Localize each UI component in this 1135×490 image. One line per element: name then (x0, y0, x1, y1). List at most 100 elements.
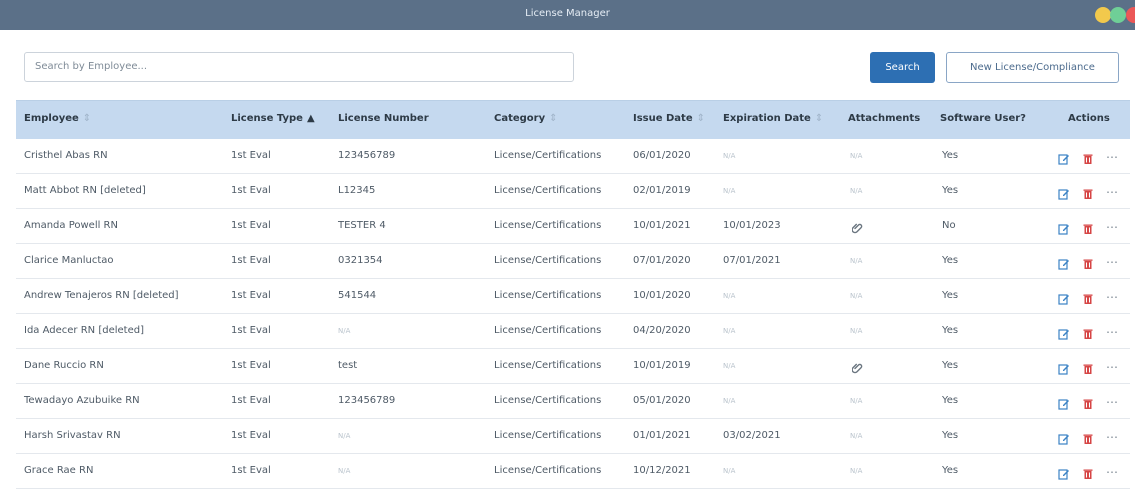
table-row[interactable]: Matt Abbot RN [deleted] 1st Eval L12345 Lic… (16, 174, 1130, 209)
table-row[interactable]: Clarice Manluctao 1st Eval 0321354 License/… (16, 244, 1130, 279)
more-icon[interactable]: … (1106, 217, 1118, 231)
window-controls (1095, 7, 1135, 23)
edit-icon[interactable] (1058, 360, 1070, 375)
paperclip-icon[interactable] (851, 219, 864, 234)
table-row[interactable]: Grace Rae RN 1st Eval N/A License/Certifica… (16, 454, 1130, 489)
edit-icon[interactable] (1058, 290, 1070, 305)
employee-cell: Tewadayo Azubuike RN (24, 395, 140, 406)
category-cell: License/Certifications (494, 220, 602, 231)
trash-icon[interactable] (1082, 150, 1094, 164)
search-button[interactable]: Search (870, 52, 935, 83)
trash-icon[interactable] (1082, 290, 1094, 304)
license-type-cell: 1st Eval (231, 325, 271, 336)
close-icon[interactable] (1126, 7, 1135, 23)
col-category[interactable]: Category ⇕ (494, 113, 558, 124)
issue-date-cell: 10/01/2021 (633, 220, 691, 231)
license-number-cell: test (338, 360, 358, 371)
paperclip-icon[interactable] (851, 359, 864, 374)
issue-date-cell: 07/01/2020 (633, 255, 691, 266)
minimize-icon[interactable] (1095, 7, 1111, 23)
software-user-cell: Yes (942, 185, 959, 196)
expiration-date-cell: N/A (723, 397, 736, 405)
more-icon[interactable]: … (1106, 427, 1118, 441)
more-icon[interactable]: … (1106, 392, 1118, 406)
license-type-cell: 1st Eval (231, 430, 271, 441)
table-row[interactable]: Andrew Tenajeros RN [deleted] 1st Eval 541… (16, 279, 1130, 314)
category-cell: License/Certifications (494, 255, 602, 266)
col-issue-date[interactable]: Issue Date ⇕ (633, 113, 705, 124)
software-user-cell: Yes (942, 255, 959, 266)
sort-asc-icon: ▲ (306, 113, 315, 124)
issue-date-cell: 10/12/2021 (633, 465, 691, 476)
category-cell: License/Certifications (494, 185, 602, 196)
more-icon[interactable]: … (1106, 252, 1118, 266)
expiration-date-cell: N/A (723, 467, 736, 475)
category-cell: License/Certifications (494, 150, 602, 161)
window-titlebar: License Manager (0, 0, 1135, 30)
trash-icon[interactable] (1082, 360, 1094, 374)
col-expiration-date[interactable]: Expiration Date ⇕ (723, 113, 823, 124)
trash-icon[interactable] (1082, 325, 1094, 339)
attachments-cell: N/A (850, 467, 863, 475)
sort-icon: ⇕ (696, 113, 706, 124)
col-attachments: Attachments (848, 113, 921, 124)
edit-icon[interactable] (1058, 150, 1070, 165)
col-actions: Actions (1068, 113, 1110, 124)
expiration-date-cell: N/A (723, 187, 736, 195)
license-type-cell: 1st Eval (231, 465, 271, 476)
trash-icon[interactable] (1082, 255, 1094, 269)
trash-icon[interactable] (1082, 220, 1094, 234)
new-license-button[interactable]: New License/Compliance (946, 52, 1119, 83)
more-icon[interactable]: … (1106, 462, 1118, 476)
expiration-date-cell: N/A (723, 327, 736, 335)
more-icon[interactable]: … (1106, 182, 1118, 196)
sort-icon: ⇕ (549, 113, 558, 124)
table-row[interactable]: Ida Adecer RN [deleted] 1st Eval N/A Licens… (16, 314, 1130, 349)
more-icon[interactable]: … (1106, 322, 1118, 336)
software-user-cell: Yes (942, 430, 959, 441)
edit-icon[interactable] (1058, 185, 1070, 200)
table-row[interactable]: Tewadayo Azubuike RN 1st Eval 123456789 Lic… (16, 384, 1130, 419)
col-employee[interactable]: Employee ⇕ (24, 113, 91, 124)
employee-cell: Harsh Srivastav RN (24, 430, 121, 441)
software-user-cell: Yes (942, 465, 959, 476)
employee-cell: Amanda Powell RN (24, 220, 118, 231)
edit-icon[interactable] (1058, 255, 1070, 270)
category-cell: License/Certifications (494, 430, 602, 441)
employee-cell: Cristhel Abas RN (24, 150, 108, 161)
issue-date-cell: 10/01/2020 (633, 290, 691, 301)
attachments-cell: N/A (850, 292, 863, 300)
edit-icon[interactable] (1058, 395, 1070, 410)
trash-icon[interactable] (1082, 465, 1094, 479)
col-license-type[interactable]: License Type ▲ (231, 113, 315, 124)
software-user-cell: No (942, 220, 956, 231)
edit-icon[interactable] (1058, 220, 1070, 235)
search-input[interactable]: Search by Employee... (24, 52, 574, 82)
edit-icon[interactable] (1058, 430, 1070, 445)
table-row[interactable]: Harsh Srivastav RN 1st Eval N/A License/Cer… (16, 419, 1130, 454)
table-row[interactable]: Amanda Powell RN 1st Eval TESTER 4 License/… (16, 209, 1130, 244)
software-user-cell: Yes (942, 360, 959, 371)
attachments-cell: N/A (850, 397, 863, 405)
attachments-cell: N/A (850, 327, 863, 335)
trash-icon[interactable] (1082, 185, 1094, 199)
software-user-cell: Yes (942, 395, 959, 406)
trash-icon[interactable] (1082, 430, 1094, 444)
maximize-icon[interactable] (1110, 7, 1126, 23)
sort-icon: ⇕ (82, 113, 92, 124)
col-license-number[interactable]: License Number (338, 113, 429, 124)
more-icon[interactable]: … (1106, 357, 1118, 371)
expiration-date-cell: N/A (723, 152, 736, 160)
license-number-cell: TESTER 4 (338, 220, 386, 231)
edit-icon[interactable] (1058, 465, 1070, 480)
more-icon[interactable]: … (1106, 147, 1118, 161)
category-cell: License/Certifications (494, 465, 602, 476)
category-cell: License/Certifications (494, 290, 602, 301)
more-icon[interactable]: … (1106, 287, 1118, 301)
employee-cell: Andrew Tenajeros RN [deleted] (24, 290, 179, 301)
table-row[interactable]: Dane Ruccio RN 1st Eval test License/Certif… (16, 349, 1130, 384)
table-row[interactable]: Cristhel Abas RN 1st Eval 123456789 License… (16, 139, 1130, 174)
issue-date-cell: 06/01/2020 (633, 150, 691, 161)
trash-icon[interactable] (1082, 395, 1094, 409)
edit-icon[interactable] (1058, 325, 1070, 340)
